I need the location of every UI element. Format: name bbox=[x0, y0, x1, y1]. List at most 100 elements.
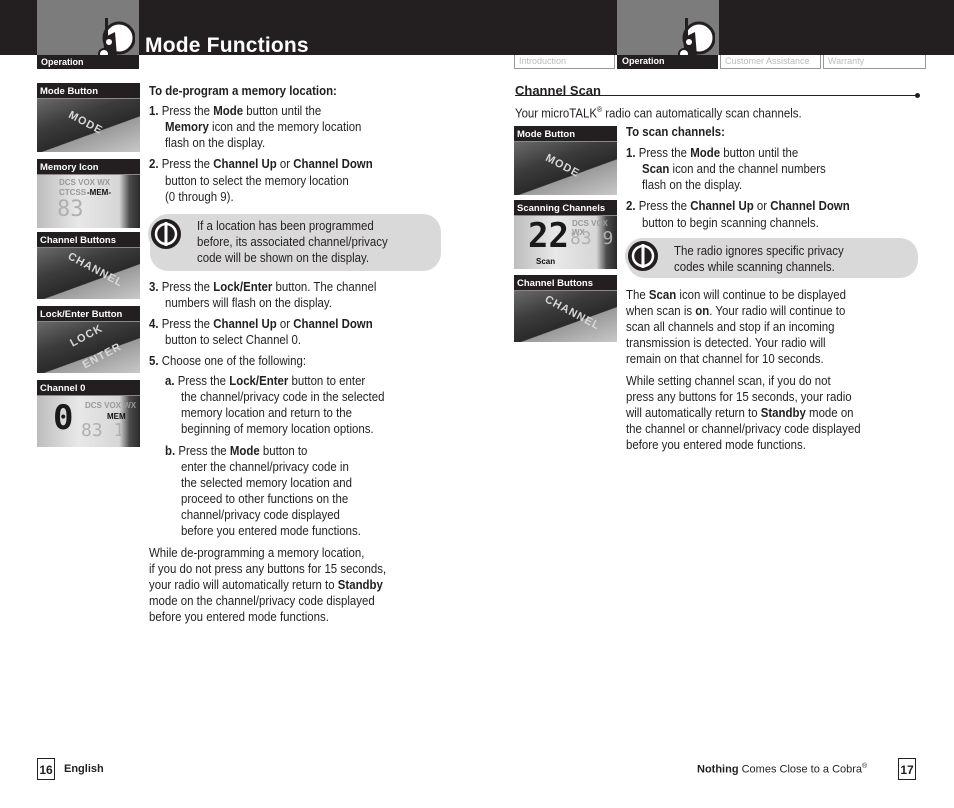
photo-caption: Channel Buttons bbox=[37, 232, 140, 248]
intro-post: radio can automatically scan channels. bbox=[602, 105, 802, 121]
closing-line: While de-programming a memory location, bbox=[149, 545, 365, 560]
channel-buttons-image: CHANNEL bbox=[514, 291, 617, 342]
lcd-label: CTCSS bbox=[59, 188, 87, 197]
substep-b-line: the selected memory location and bbox=[181, 475, 352, 490]
lock-enter-image: LOCK ENTER bbox=[37, 322, 140, 373]
scan-step-2-line: button to begin scanning channels. bbox=[642, 215, 819, 230]
step-bold: Channel Up bbox=[213, 156, 277, 171]
step-text: or bbox=[753, 198, 771, 213]
step-text: icon and the channel numbers bbox=[669, 161, 826, 176]
channel-buttons-image: CHANNEL bbox=[37, 248, 140, 299]
page-number-left: 16 bbox=[37, 758, 55, 780]
step-text: Press the bbox=[638, 145, 691, 160]
step-bold: Mode bbox=[213, 103, 244, 118]
closing-line: if you do not press any buttons for 15 s… bbox=[149, 561, 387, 576]
photo-mode-button: Mode Button MODE bbox=[37, 83, 140, 152]
step-bold: Memory bbox=[165, 119, 209, 134]
lcd-mem-indicator: -MEM- bbox=[87, 188, 111, 197]
step-text: button to bbox=[259, 443, 308, 458]
step-bold: Channel Down bbox=[293, 316, 373, 331]
heading-rule-dot bbox=[915, 93, 920, 98]
para-text: mode on bbox=[805, 405, 854, 420]
step-text: button until the bbox=[243, 103, 322, 118]
mode-button-image: MODE bbox=[37, 99, 140, 152]
step-text: Press the bbox=[178, 443, 230, 458]
step-number: 2. bbox=[626, 198, 636, 213]
substep-a-line: memory location and return to the bbox=[181, 405, 352, 420]
section-label-left: Operation bbox=[37, 55, 139, 69]
substep-a: a. Press the Lock/Enter button to enter bbox=[165, 373, 365, 389]
footer-tagline: Nothing Comes Close to a Cobra® bbox=[697, 763, 867, 776]
step-text: Choose one of the following: bbox=[161, 353, 307, 368]
step-text: button until the bbox=[720, 145, 799, 160]
step-3-line-2: numbers will flash on the display. bbox=[165, 295, 332, 310]
note-line: The radio ignores specific privacy bbox=[674, 243, 844, 258]
info-note-icon bbox=[625, 238, 661, 274]
photo-channel-buttons: Channel Buttons CHANNEL bbox=[514, 275, 617, 342]
closing-line: mode on the channel/privacy code display… bbox=[149, 593, 375, 608]
step-bold: Lock/Enter bbox=[213, 279, 273, 294]
photo-caption: Mode Button bbox=[37, 83, 140, 99]
para-text: . Your radio will continue to bbox=[709, 303, 846, 318]
step-text: Press the bbox=[177, 373, 230, 388]
closing-text: your radio will automatically return to bbox=[149, 577, 338, 592]
step-number: 1. bbox=[626, 145, 636, 160]
substep-a-line: the channel/privacy code in the selected bbox=[181, 389, 385, 404]
step-number: 1. bbox=[149, 103, 159, 118]
para-line: when scan is on. Your radio will continu… bbox=[626, 303, 845, 319]
step-text: button. The channel bbox=[272, 279, 377, 294]
nav-tab-introduction[interactable]: Introduction bbox=[514, 55, 615, 69]
photo-caption: Memory Icon bbox=[37, 159, 140, 175]
step-number: 3. bbox=[149, 279, 159, 294]
step-text: button to enter bbox=[288, 373, 366, 388]
step-bold: Mode bbox=[690, 145, 721, 160]
photo-lock-enter-button: Lock/Enter Button LOCK ENTER bbox=[37, 306, 140, 373]
photo-caption: Channel 0 bbox=[37, 380, 140, 396]
section-title: Channel Scan bbox=[515, 83, 601, 98]
photo-channel-0: Channel 0 0 DCS VOX WX MEM 83 1 bbox=[37, 380, 140, 447]
substep-b-line: channel/privacy code displayed bbox=[181, 507, 340, 522]
registered-mark: ® bbox=[862, 763, 868, 770]
step-number: a. bbox=[165, 373, 175, 388]
substep-b-line: proceed to other functions on the bbox=[181, 491, 349, 506]
lcd-digits-dim: 83 1 bbox=[81, 420, 125, 441]
nav-tab-customer-assistance[interactable]: Customer Assistance bbox=[720, 55, 821, 69]
para-line: scan all channels and stop if an incomin… bbox=[626, 319, 835, 334]
procedure-heading: To scan channels: bbox=[626, 124, 725, 139]
lcd-label: DCS VOX WX bbox=[85, 401, 137, 410]
photo-caption: Lock/Enter Button bbox=[37, 306, 140, 322]
step-bold: Channel Up bbox=[690, 198, 754, 213]
step-2-line-3: (0 through 9). bbox=[165, 189, 234, 204]
para-line: the channel or channel/privacy code disp… bbox=[626, 421, 861, 436]
step-number: 2. bbox=[149, 156, 159, 171]
para-line: will automatically return to Standby mod… bbox=[626, 405, 854, 421]
photo-memory-icon: Memory Icon DCS VOX WX CTCSS -MEM- 83 bbox=[37, 159, 140, 228]
para-bold: Scan bbox=[648, 287, 677, 302]
step-3: 3. Press the Lock/Enter button. The chan… bbox=[149, 279, 376, 295]
lcd-image: 22 DCS VOX WX 83 9 Scan bbox=[514, 216, 617, 269]
note-line: before, its associated channel/privacy bbox=[197, 234, 388, 249]
step-bold: Channel Down bbox=[293, 156, 373, 171]
para-line: remain on that channel for 10 seconds. bbox=[626, 351, 824, 366]
photo-channel-buttons: Channel Buttons CHANNEL bbox=[37, 232, 140, 299]
note-line: codes while scanning channels. bbox=[674, 259, 835, 274]
para-text: icon will continue to be displayed bbox=[676, 287, 846, 302]
step-1-line-2: Memory icon and the memory location bbox=[165, 119, 361, 135]
step-text: Press the bbox=[161, 316, 214, 331]
para-text: will automatically return to bbox=[626, 405, 761, 420]
substep-a-line: beginning of memory location options. bbox=[181, 421, 374, 436]
nav-tab-warranty[interactable]: Warranty bbox=[823, 55, 926, 69]
engraved-label: ENTER bbox=[80, 340, 124, 372]
para-bold: Standby bbox=[760, 405, 806, 420]
step-1-line-3: flash on the display. bbox=[165, 135, 266, 150]
page-number-right: 17 bbox=[898, 758, 916, 780]
lcd-digits-dim: 83 9 bbox=[570, 228, 614, 249]
lcd-label: DCS VOX WX bbox=[59, 178, 111, 187]
step-text: Press the bbox=[161, 279, 214, 294]
section-heading: Channel Scan bbox=[515, 82, 920, 98]
nav-tab-operation[interactable]: Operation bbox=[617, 55, 718, 69]
note-line: If a location has been programmed bbox=[197, 218, 374, 233]
para-line: The Scan icon will continue to be displa… bbox=[626, 287, 846, 303]
page-title: Mode Functions bbox=[145, 34, 309, 57]
substep-b-line: before you entered mode functions. bbox=[181, 523, 361, 538]
